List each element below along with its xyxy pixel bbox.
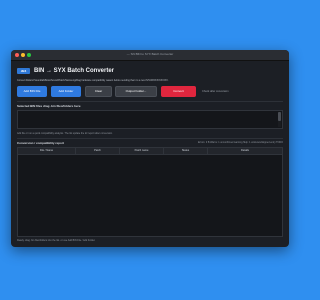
report-table[interactable]: File / Name Patch Patch name Status Deta…	[17, 147, 283, 237]
page-title: BIN → SYX Batch Converter	[34, 68, 115, 74]
output-folder-button[interactable]: Output Folder...	[115, 86, 157, 97]
app-badge: JB4	[17, 68, 30, 74]
convert-button[interactable]: Convert	[161, 86, 196, 97]
files-hint: Add file or run a quick compatibility an…	[17, 132, 113, 135]
window-title: — SN BIN to SYX Batch Converter	[126, 52, 174, 56]
report-table-header: File / Name Patch Patch name Status Deta…	[18, 148, 282, 155]
column-header-status[interactable]: Status	[164, 148, 208, 154]
toolbar-status: Check after conversion	[202, 90, 229, 93]
divider	[17, 138, 283, 139]
clear-button[interactable]: Clear	[85, 86, 112, 97]
column-header-details[interactable]: Details	[208, 148, 282, 154]
files-section-label: Selected BIN files drag .bin files/folde…	[17, 104, 81, 108]
app-window: — SN BIN to SYX Batch Converter JB4 BIN …	[11, 50, 289, 247]
page-subtitle: Convert Roland Soundlab/Boss/Sound/Patch…	[17, 79, 169, 82]
divider	[17, 101, 283, 102]
title-bar: — SN BIN to SYX Batch Converter	[11, 50, 289, 61]
file-list-scrollbar[interactable]	[278, 112, 281, 127]
status-footer: Ready. drag .bin files/folders into the …	[17, 239, 96, 242]
column-header-patch-name[interactable]: Patch name	[120, 148, 164, 154]
column-header-file[interactable]: File / Name	[18, 148, 76, 154]
column-header-patch[interactable]: Patch	[76, 148, 120, 154]
bin-file-list[interactable]	[17, 110, 283, 129]
report-summary: Errors: 0 B Warns: 1 unconfirmed warning…	[198, 141, 283, 144]
report-section-label: Conversion / compatibility report	[17, 141, 65, 145]
file-list-scroll-thumb[interactable]	[278, 112, 281, 121]
add-bin-file-button[interactable]: Add BIN File	[17, 86, 47, 97]
add-folder-button[interactable]: Add Folder	[51, 86, 81, 97]
